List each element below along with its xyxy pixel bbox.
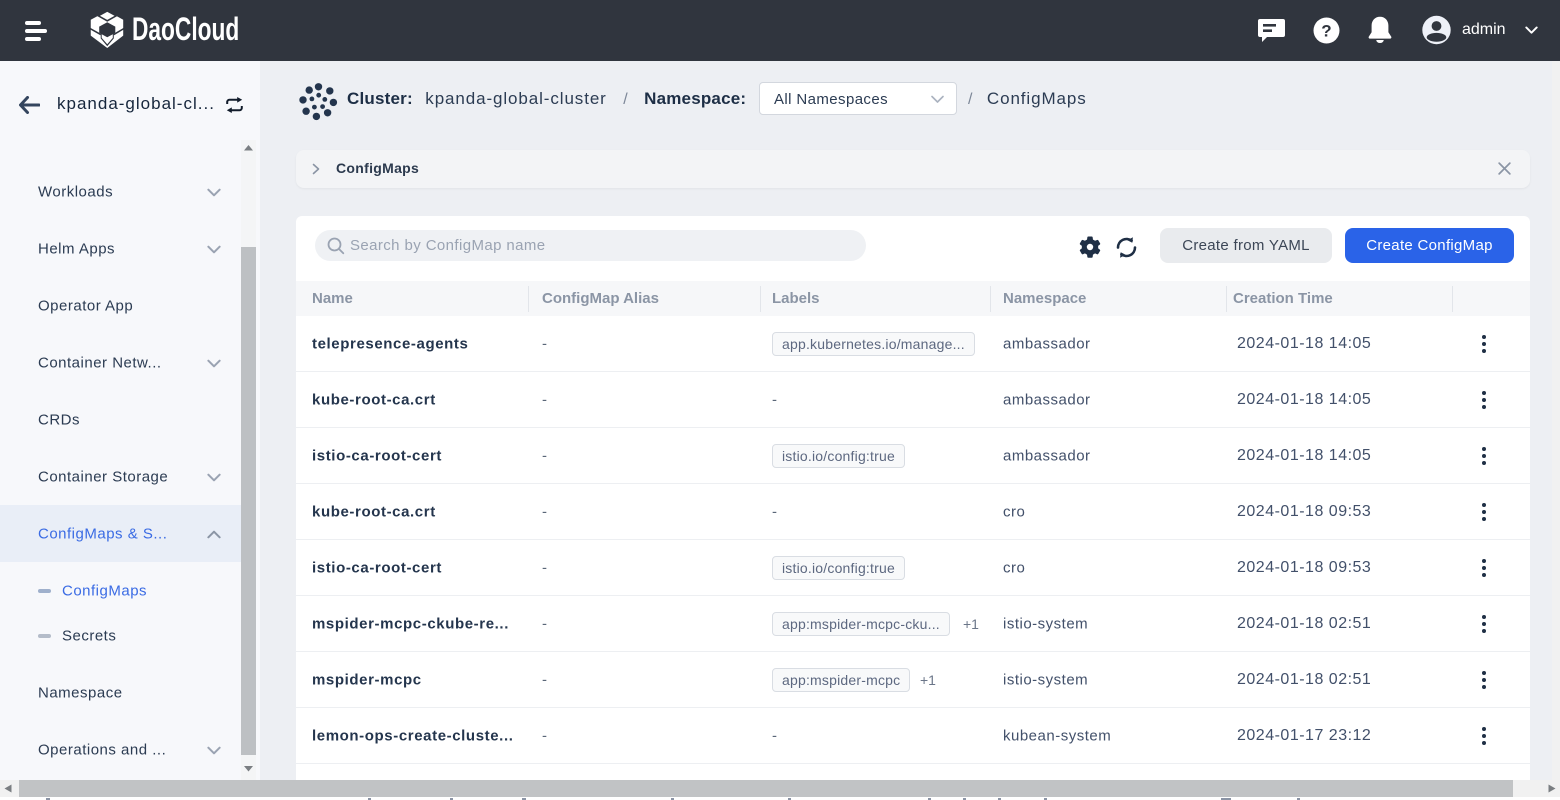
svg-text:?: ? — [1321, 22, 1331, 41]
